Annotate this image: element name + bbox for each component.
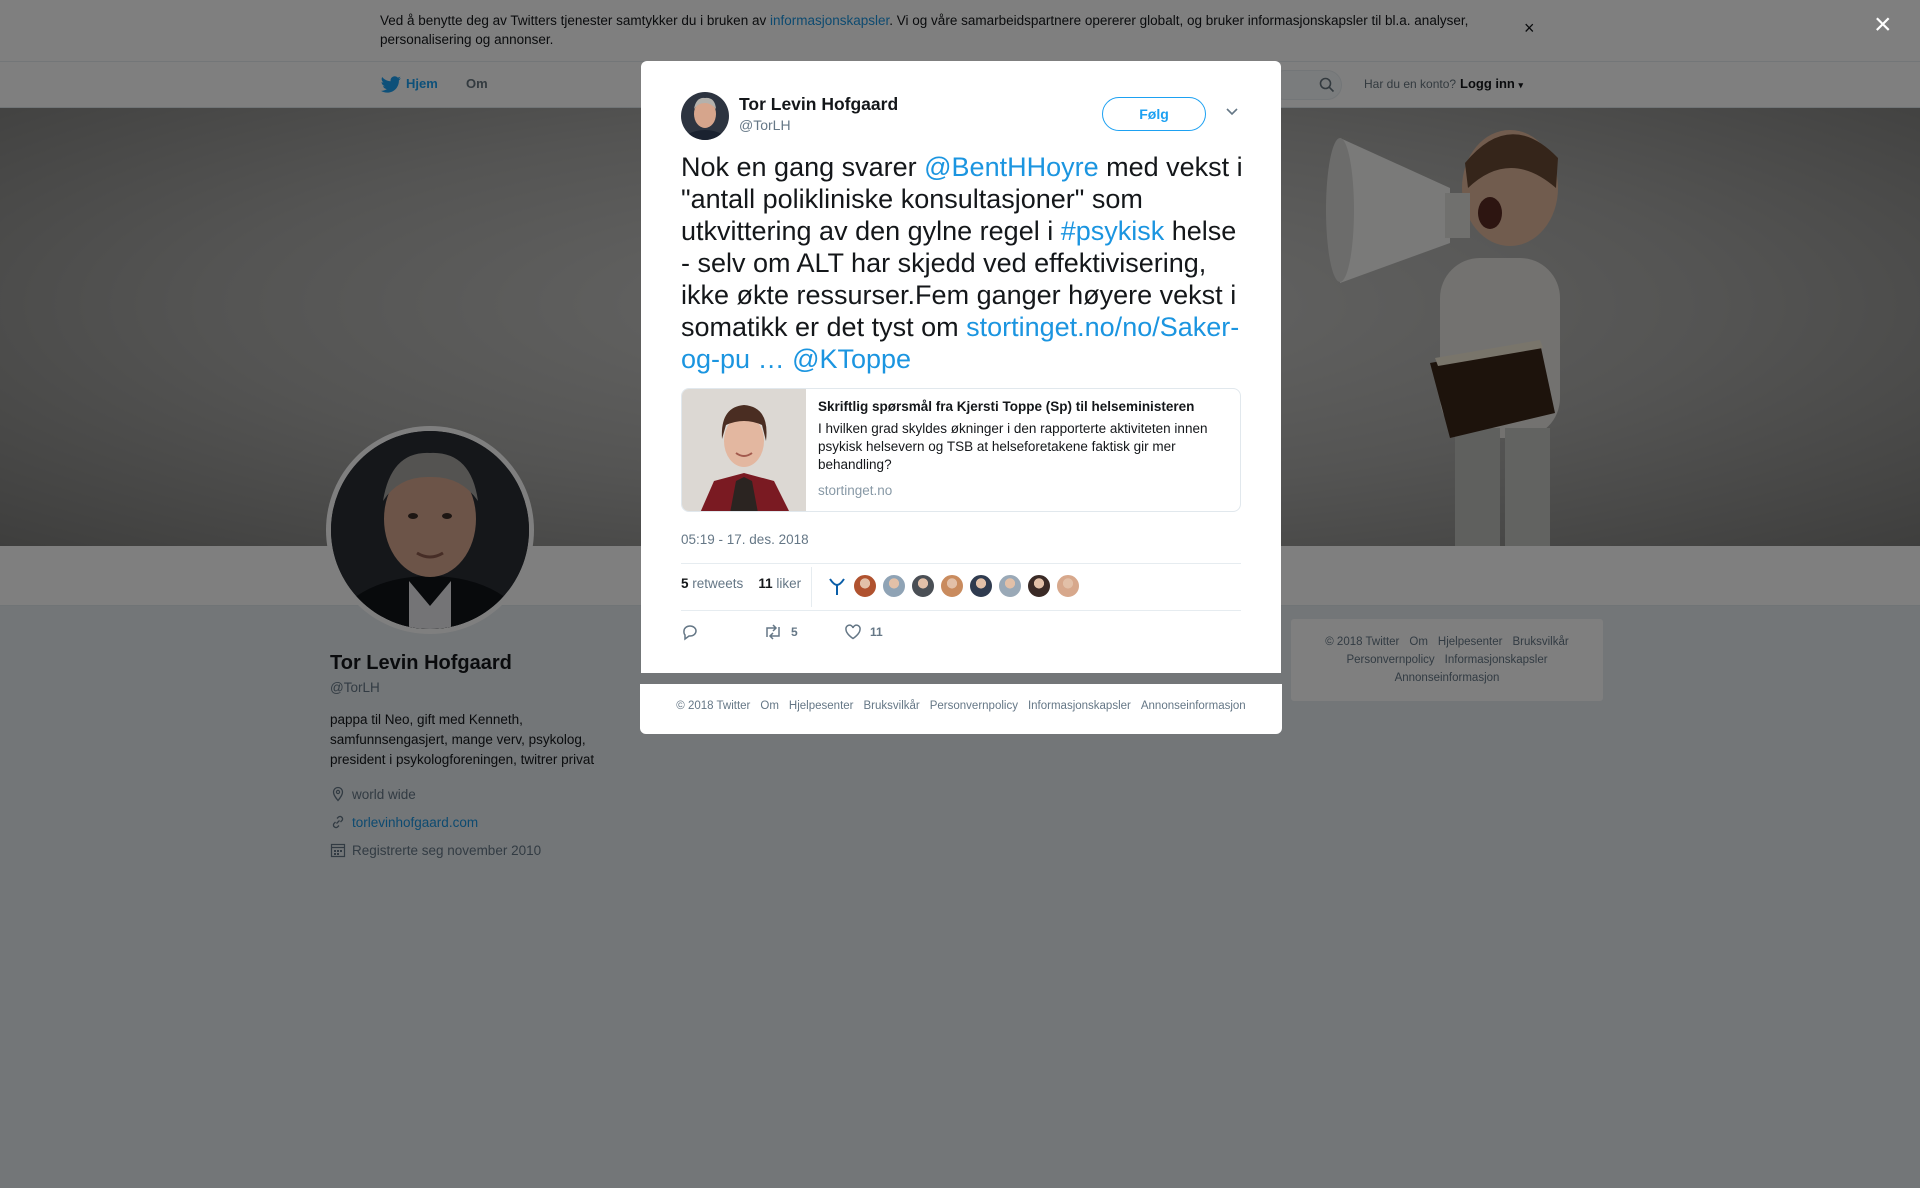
liker-avatar[interactable] [998, 574, 1022, 598]
reply-icon [683, 625, 697, 641]
tweet-timestamp[interactable]: 05:19 - 17. des. 2018 [681, 532, 809, 547]
like-action-count: 11 [870, 625, 883, 639]
card-description: I hvilken grad skyldes økninger i den ra… [818, 421, 1208, 472]
mention-link[interactable]: @BentHHoyre [924, 152, 1098, 182]
divider [681, 610, 1241, 611]
liker-avatar[interactable] [1056, 574, 1080, 598]
card-title: Skriftlig spørsmål fra Kjersti Toppe (Sp… [818, 399, 1195, 414]
chevron-down-icon[interactable] [1225, 107, 1239, 117]
retweet-count[interactable]: 5 [681, 576, 689, 591]
author-avatar-image [681, 92, 729, 140]
tweet-stats: 5 retweets 11 liker [681, 576, 801, 591]
hashtag-link[interactable]: #psykisk [1061, 216, 1165, 246]
mention-link[interactable]: @KToppe [792, 344, 911, 374]
tweet-author-avatar[interactable] [681, 92, 729, 140]
retweet-icon [766, 624, 780, 640]
heart-icon [845, 624, 861, 640]
footer-link-cookies[interactable]: Informasjonskapsler [1028, 700, 1131, 712]
tweet-author-name[interactable]: Tor Levin Hofgaard [739, 94, 898, 115]
footer-link-help[interactable]: Hjelpesenter [789, 700, 854, 712]
retweet-action-count: 5 [791, 625, 798, 639]
like-count[interactable]: 11 [758, 576, 772, 591]
liker-avatar[interactable] [853, 574, 877, 598]
link-preview-card[interactable]: Skriftlig spørsmål fra Kjersti Toppe (Sp… [681, 388, 1241, 512]
liker-avatar[interactable] [969, 574, 993, 598]
tweet-ellipsis: … [750, 344, 793, 374]
follow-button[interactable]: Følg [1102, 97, 1206, 131]
footer-link-ads-info[interactable]: Annonseinformasjon [1141, 700, 1246, 712]
tweet-text: Nok en gang svarer @BentHHoyre med vekst… [681, 151, 1251, 375]
reply-button[interactable] [681, 623, 699, 641]
modal-footer-links: © 2018 Twitter Om Hjelpesenter Bruksvilkår P… [640, 684, 1282, 734]
footer-link-terms[interactable]: Bruksvilkår [864, 700, 920, 712]
footer-link-privacy[interactable]: Personvernpolicy [930, 700, 1018, 712]
card-domain: stortinget.no [818, 483, 893, 498]
liker-avatar[interactable] [1027, 574, 1051, 598]
divider [681, 563, 1241, 564]
tweet-author-handle[interactable]: @TorLH [739, 117, 791, 133]
like-label[interactable]: liker [776, 576, 801, 591]
footer-link-copyright: © 2018 Twitter [676, 700, 751, 712]
liker-avatar[interactable] [940, 574, 964, 598]
tweet-modal: Tor Levin Hofgaard @TorLH Følg Nok en ga… [641, 61, 1281, 673]
liker-avatar[interactable] [911, 574, 935, 598]
close-icon[interactable]: × [1874, 10, 1892, 40]
liker-avatars [853, 574, 1080, 598]
footer-link-about[interactable]: Om [760, 700, 779, 712]
liker-avatar[interactable] [882, 574, 906, 598]
like-button[interactable]: 11 [844, 623, 883, 641]
divider [811, 567, 812, 607]
retweet-label[interactable]: retweets [692, 576, 743, 591]
card-thumbnail [682, 389, 806, 511]
liker-org-logo-icon[interactable] [826, 575, 848, 597]
tweet-text-part: Nok en gang svarer [681, 152, 925, 182]
retweet-button[interactable]: 5 [763, 623, 798, 641]
